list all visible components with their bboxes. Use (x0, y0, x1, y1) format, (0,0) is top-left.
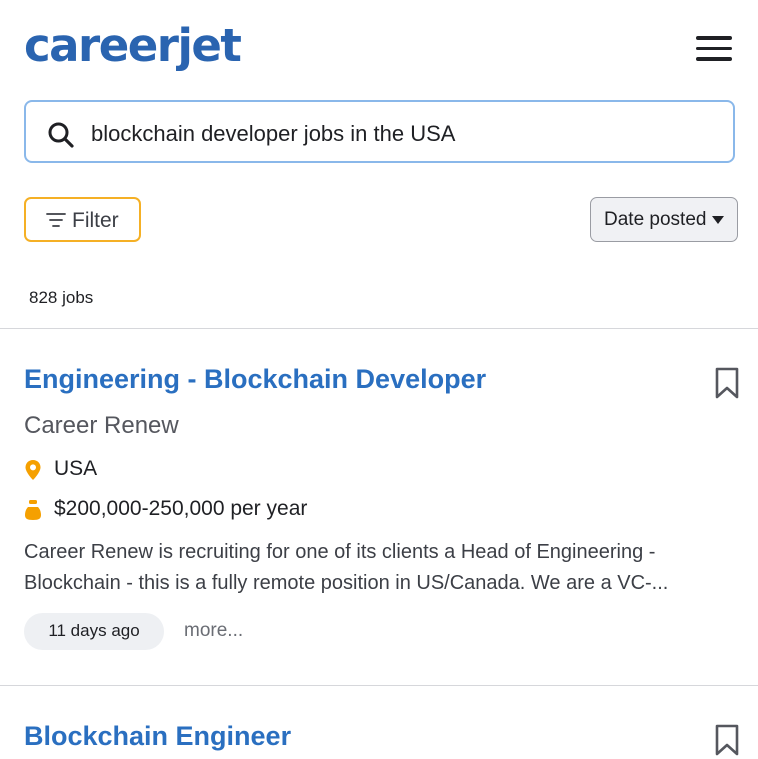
job-location-text: USA (54, 457, 98, 480)
divider (0, 685, 758, 686)
hamburger-menu-icon[interactable] (696, 36, 732, 64)
more-link[interactable]: more... (184, 620, 243, 642)
money-bag-icon (25, 500, 41, 520)
careerjet-logo[interactable]: careerjet (24, 20, 242, 72)
job-title-link[interactable]: Blockchain Engineer (24, 721, 291, 752)
sort-dropdown-label: Date posted (604, 209, 707, 230)
search-input[interactable] (89, 116, 693, 152)
search-icon (48, 122, 74, 148)
job-description: Career Renew is recruiting for one of it… (24, 537, 724, 599)
divider (0, 328, 758, 329)
bookmark-icon[interactable] (714, 724, 740, 757)
job-description-line: Blockchain - this is a fully remote posi… (24, 572, 669, 594)
search-bar[interactable] (24, 100, 735, 163)
job-title-link[interactable]: Engineering - Blockchain Developer (24, 364, 486, 395)
results-count: 828 jobs (29, 288, 94, 307)
sort-dropdown[interactable]: Date posted (590, 197, 738, 242)
filter-button[interactable]: Filter (24, 197, 141, 242)
job-salary-text: $200,000-250,000 per year (54, 497, 308, 520)
bookmark-icon[interactable] (714, 367, 740, 400)
location-pin-icon (25, 460, 41, 480)
posted-date-badge: 11 days ago (24, 613, 164, 650)
company-name: Career Renew (24, 412, 179, 439)
caret-down-icon (712, 216, 724, 224)
filter-icon (46, 213, 66, 227)
filter-button-label: Filter (72, 209, 119, 232)
header: careerjet (0, 0, 758, 90)
job-description-line: Career Renew is recruiting for one of it… (24, 541, 656, 563)
